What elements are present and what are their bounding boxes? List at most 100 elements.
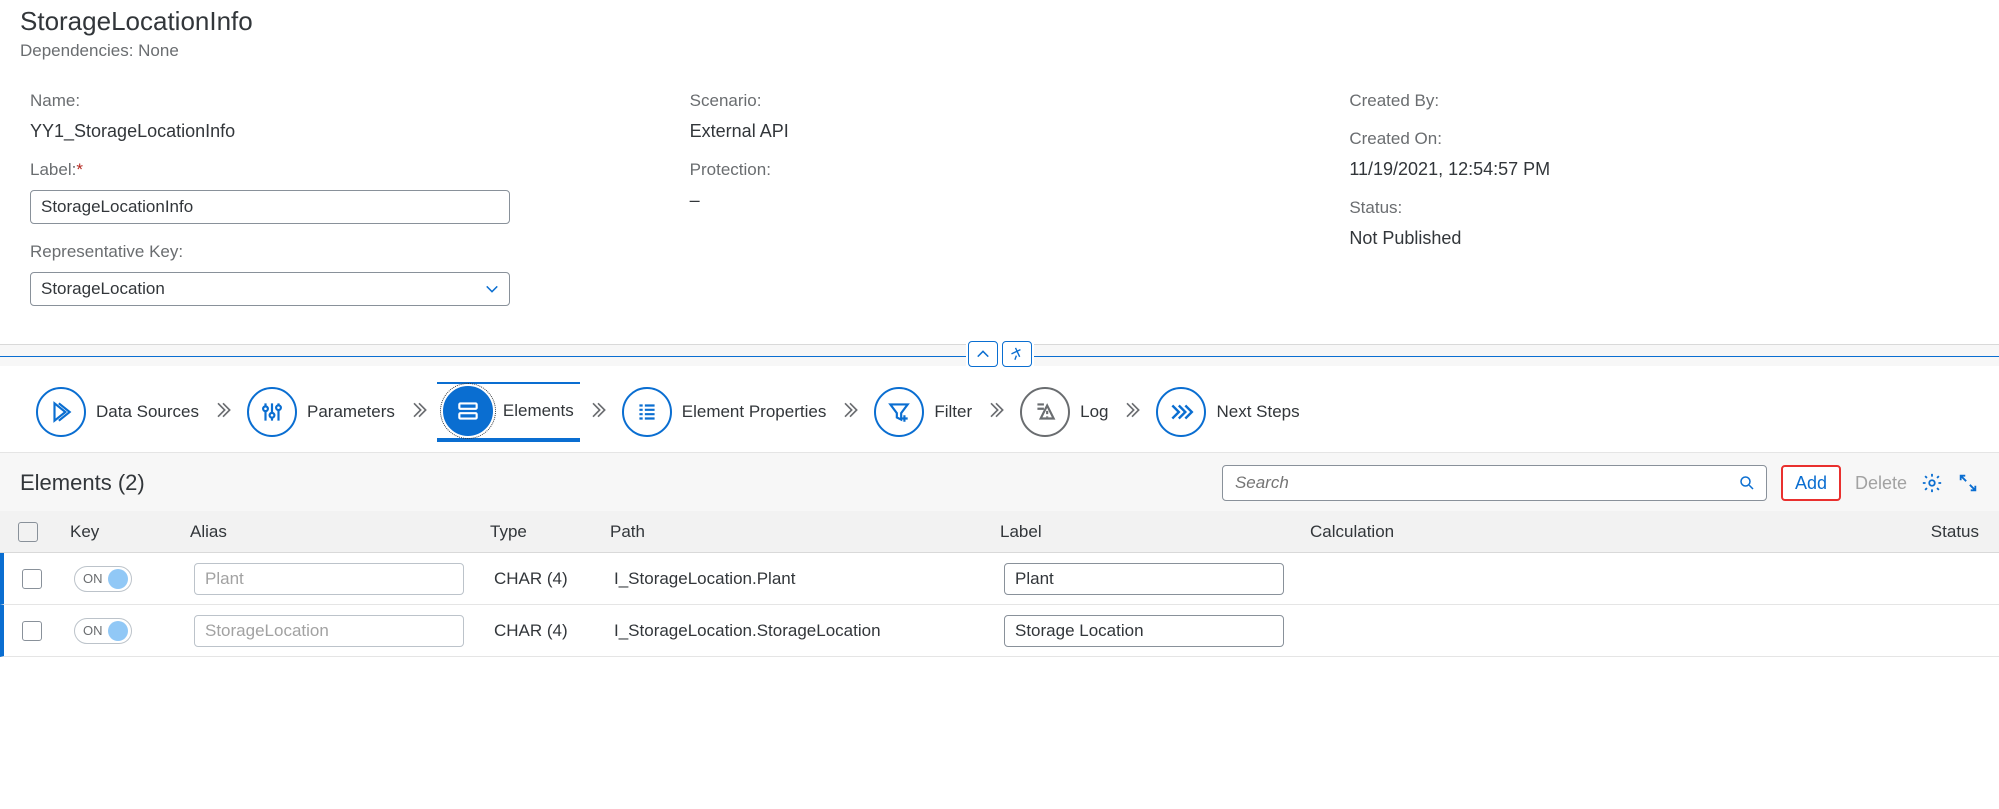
wizard-separator bbox=[211, 400, 235, 425]
toggle-knob bbox=[108, 621, 128, 641]
search-input[interactable] bbox=[1233, 472, 1738, 494]
wizard-label: Filter bbox=[934, 402, 972, 422]
repkey-select[interactable]: StorageLocation bbox=[30, 272, 510, 306]
fullscreen-button[interactable] bbox=[1957, 472, 1979, 494]
label-input[interactable] bbox=[1004, 563, 1284, 595]
createdon-field: Created On: 11/19/2021, 12:54:57 PM bbox=[1349, 129, 1969, 180]
gear-icon bbox=[1921, 472, 1943, 494]
element-properties-icon bbox=[622, 387, 672, 437]
scenario-value: External API bbox=[690, 121, 1310, 142]
wizard-step-data-sources[interactable]: Data Sources bbox=[30, 387, 205, 437]
header-section: StorageLocationInfo Dependencies: None N… bbox=[0, 0, 1999, 344]
status-label: Status: bbox=[1349, 198, 1969, 218]
wizard-step-log[interactable]: Log bbox=[1014, 387, 1114, 437]
expand-icon bbox=[1957, 472, 1979, 494]
wizard-separator bbox=[984, 400, 1008, 425]
pin-button[interactable] bbox=[1002, 341, 1032, 367]
col-status: Status bbox=[1470, 522, 1989, 542]
chevron-right-icon bbox=[409, 400, 429, 420]
wizard-step-parameters[interactable]: Parameters bbox=[241, 387, 401, 437]
scenario-label: Scenario: bbox=[690, 91, 1310, 111]
select-all-checkbox[interactable] bbox=[18, 522, 38, 542]
table-header: Key Alias Type Path Label Calculation St… bbox=[0, 511, 1999, 553]
data-sources-icon bbox=[36, 387, 86, 437]
page-title: StorageLocationInfo bbox=[20, 6, 1979, 37]
divider-buttons bbox=[966, 341, 1034, 367]
elements-icon bbox=[443, 386, 493, 436]
createdon-value: 11/19/2021, 12:54:57 PM bbox=[1349, 159, 1969, 180]
wizard-label: Elements bbox=[503, 401, 574, 421]
protection-label: Protection: bbox=[690, 160, 1310, 180]
key-toggle[interactable]: ON bbox=[74, 566, 132, 592]
pin-icon bbox=[1010, 347, 1024, 361]
col-key: Key bbox=[70, 522, 190, 542]
row-checkbox[interactable] bbox=[22, 621, 42, 641]
wizard-separator bbox=[838, 400, 862, 425]
wizard-step-next-steps[interactable]: Next Steps bbox=[1150, 387, 1305, 437]
elements-header: Elements (2) Add Delete bbox=[0, 453, 1999, 511]
wizard-bar: Data Sources Parameters Elements Element… bbox=[0, 366, 1999, 453]
section-divider bbox=[0, 344, 1999, 366]
elements-table: Key Alias Type Path Label Calculation St… bbox=[0, 511, 1999, 657]
table-row: ON CHAR (4) I_StorageLocation.Plant bbox=[0, 553, 1999, 605]
wizard-separator bbox=[586, 400, 610, 425]
chevron-down-icon bbox=[485, 282, 499, 296]
label-input[interactable] bbox=[1004, 615, 1284, 647]
filter-icon bbox=[874, 387, 924, 437]
chevron-right-icon bbox=[986, 400, 1006, 420]
dependencies-text: Dependencies: None bbox=[20, 41, 1979, 61]
type-value: CHAR (4) bbox=[494, 621, 614, 641]
name-field: Name: YY1_StorageLocationInfo bbox=[30, 91, 650, 142]
col-label: Label bbox=[1000, 522, 1310, 542]
type-value: CHAR (4) bbox=[494, 569, 614, 589]
col-alias: Alias bbox=[190, 522, 490, 542]
wizard-label: Next Steps bbox=[1216, 402, 1299, 422]
wizard-label: Element Properties bbox=[682, 402, 827, 422]
protection-field: Protection: – bbox=[690, 160, 1310, 211]
repkey-label: Representative Key: bbox=[30, 242, 650, 262]
key-toggle[interactable]: ON bbox=[74, 618, 132, 644]
label-input[interactable] bbox=[30, 190, 510, 224]
label-field: Label:* bbox=[30, 160, 650, 224]
chevron-up-icon bbox=[976, 347, 990, 361]
wizard-label: Log bbox=[1080, 402, 1108, 422]
next-steps-icon bbox=[1156, 387, 1206, 437]
path-value: I_StorageLocation.StorageLocation bbox=[614, 621, 1004, 641]
createdby-field: Created By: bbox=[1349, 91, 1969, 111]
chevron-right-icon bbox=[840, 400, 860, 420]
add-button[interactable]: Add bbox=[1781, 465, 1841, 501]
search-field[interactable] bbox=[1222, 465, 1767, 501]
createdby-label: Created By: bbox=[1349, 91, 1969, 111]
status-value: Not Published bbox=[1349, 228, 1969, 249]
wizard-label: Data Sources bbox=[96, 402, 199, 422]
chevron-right-icon bbox=[588, 400, 608, 420]
col-path: Path bbox=[610, 522, 1000, 542]
alias-input bbox=[194, 615, 464, 647]
path-value: I_StorageLocation.Plant bbox=[614, 569, 1004, 589]
label-label: Label:* bbox=[30, 160, 650, 180]
table-row: ON CHAR (4) I_StorageLocation.StorageLoc… bbox=[0, 605, 1999, 657]
wizard-step-element-properties[interactable]: Element Properties bbox=[616, 387, 833, 437]
wizard-label: Parameters bbox=[307, 402, 395, 422]
status-field: Status: Not Published bbox=[1349, 198, 1969, 249]
repkey-field: Representative Key: StorageLocation bbox=[30, 242, 650, 306]
collapse-up-button[interactable] bbox=[968, 341, 998, 367]
form-grid: Name: YY1_StorageLocationInfo Label:* Re… bbox=[20, 91, 1979, 324]
name-value: YY1_StorageLocationInfo bbox=[30, 121, 650, 142]
elements-title: Elements (2) bbox=[20, 470, 145, 496]
wizard-step-filter[interactable]: Filter bbox=[868, 387, 978, 437]
wizard-step-elements[interactable]: Elements bbox=[437, 382, 580, 442]
name-label: Name: bbox=[30, 91, 650, 111]
row-checkbox[interactable] bbox=[22, 569, 42, 589]
protection-value: – bbox=[690, 190, 1310, 211]
repkey-value: StorageLocation bbox=[41, 279, 165, 299]
chevron-right-icon bbox=[1122, 400, 1142, 420]
col-type: Type bbox=[490, 522, 610, 542]
settings-button[interactable] bbox=[1921, 472, 1943, 494]
delete-button: Delete bbox=[1855, 473, 1907, 494]
elements-section: Elements (2) Add Delete Key Alias Type P… bbox=[0, 453, 1999, 657]
wizard-separator bbox=[1120, 400, 1144, 425]
log-icon bbox=[1020, 387, 1070, 437]
createdon-label: Created On: bbox=[1349, 129, 1969, 149]
scenario-field: Scenario: External API bbox=[690, 91, 1310, 142]
